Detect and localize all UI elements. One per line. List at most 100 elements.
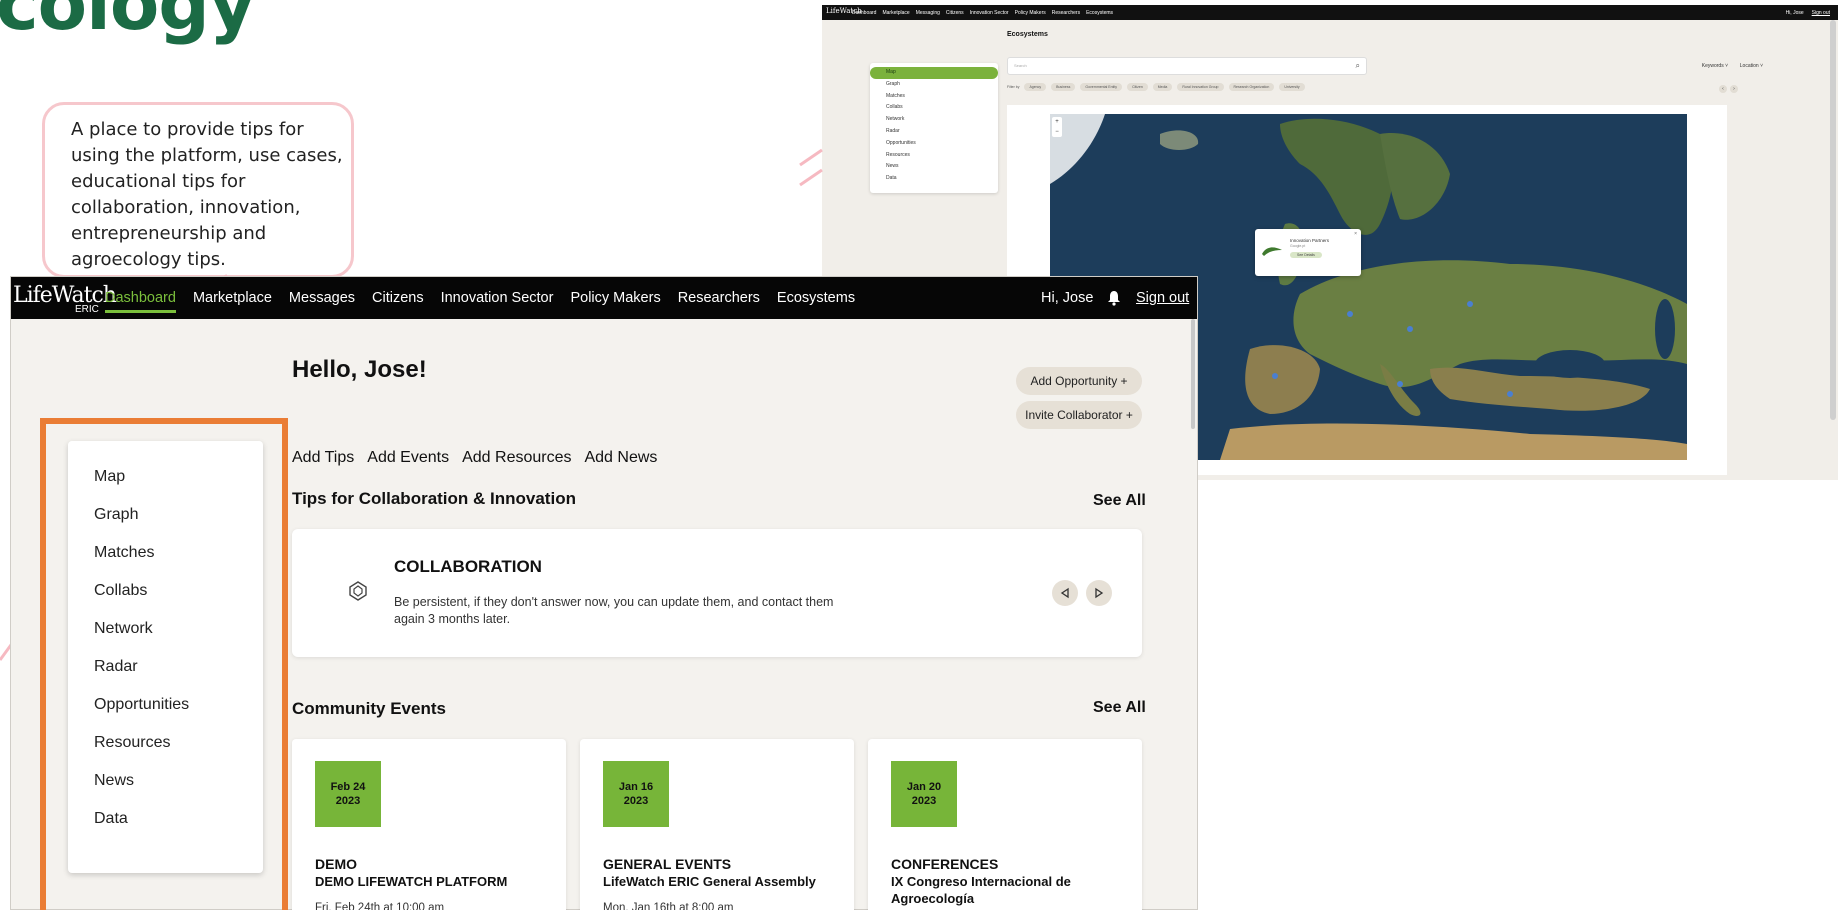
s2-sidebar-item-news[interactable]: News [870,161,998,173]
s2-filter-chip[interactable]: Research Organization [1228,83,1275,91]
event-card[interactable]: Jan 16 2023 GENERAL EVENTS LifeWatch ERI… [580,739,854,910]
events-see-all-link[interactable]: See All [1093,699,1146,717]
page-greeting: Hello, Jose! [292,356,427,383]
sidebar-item-data[interactable]: Data [94,800,128,838]
user-greeting: Hi, Jose [1041,290,1094,306]
sidebar-item-graph[interactable]: Graph [94,496,138,534]
tip-next-button[interactable] [1086,580,1112,606]
event-date-year: 2023 [335,795,361,807]
s2-search-input[interactable]: Search ⌕ [1007,57,1367,75]
event-card[interactable]: Feb 24 2023 DEMO DEMO LIFEWATCH PLATFORM… [292,739,566,910]
s2-nav-ecosystems[interactable]: Ecosystems [1086,10,1113,16]
callout-line: collaboration, innovation, [71,197,301,218]
event-card[interactable]: Jan 20 2023 CONFERENCES IX Congreso Inte… [868,739,1142,910]
zoom-out-button[interactable]: − [1052,127,1062,137]
s2-signout-link[interactable]: Sign out [1812,10,1830,16]
s2-filter-chip[interactable]: Media [1152,83,1173,91]
s2-sidebar-item-matches[interactable]: Matches [870,91,998,103]
nav-researchers[interactable]: Researchers [678,277,760,319]
add-tips-link[interactable]: Add Tips [292,449,354,467]
sidebar-item-matches[interactable]: Matches [94,534,154,572]
add-resources-link[interactable]: Add Resources [462,449,571,467]
event-date-year: 2023 [911,795,937,807]
s2-sidebar-item-radar[interactable]: Radar [870,126,998,138]
chevron-left-icon[interactable]: ‹ [1719,85,1727,93]
sidebar-item-opportunities[interactable]: Opportunities [94,686,189,724]
invite-collaborator-button[interactable]: Invite Collaborator + [1016,401,1142,429]
s2-sidebar-item-map[interactable]: Map [870,67,998,79]
s2-filter-chip[interactable]: University [1279,83,1305,91]
callout-line: A place to provide tips for [71,119,304,140]
close-icon[interactable]: × [1354,231,1357,237]
partner-logo-icon [1262,247,1282,256]
s2-nav-policy[interactable]: Policy Makers [1015,10,1046,16]
s2-nav-citizens[interactable]: Citizens [946,10,964,16]
s2-sidebar-item-graph[interactable]: Graph [870,79,998,91]
s2-filter-chip[interactable]: Governmental Entity [1080,83,1123,91]
nav-innovation-sector[interactable]: Innovation Sector [441,277,554,319]
s2-keywords-dropdown[interactable]: Keywords ˅ [1702,63,1728,69]
nav-messages[interactable]: Messages [289,277,355,319]
s2-filter-chip[interactable]: Agency [1024,83,1047,91]
top-navbar: LifeWatch ERIC Dashboard Marketplace Mes… [11,277,1197,319]
bell-icon[interactable] [1107,290,1121,306]
tip-card: COLLABORATION Be persistent, if they don… [292,529,1142,657]
sidebar-item-collabs[interactable]: Collabs [94,572,147,610]
s2-nav-messaging[interactable]: Messaging [916,10,940,16]
nav-marketplace[interactable]: Marketplace [193,277,272,319]
s2-location-dropdown[interactable]: Location ˅ [1740,63,1763,69]
event-date-badge: Jan 16 2023 [603,761,669,827]
add-opportunity-button[interactable]: Add Opportunity + [1016,367,1142,395]
s2-sidebar-item-data[interactable]: Data [870,173,998,185]
sidebar-item-network[interactable]: Network [94,610,153,648]
s2-filter-chip[interactable]: Business [1051,83,1076,91]
nav-dashboard[interactable]: Dashboard [105,277,176,319]
tips-callout: A place to provide tips for using the pl… [42,102,354,278]
add-events-link[interactable]: Add Events [367,449,449,467]
s2-keywords-label: Keywords [1701,63,1724,69]
add-news-link[interactable]: Add News [584,449,657,467]
popup-see-details-button[interactable]: See Details [1290,252,1322,258]
sidebar-item-news[interactable]: News [94,762,134,800]
s2-sidebar-item-resources[interactable]: Resources [870,150,998,162]
s2-navbar: LifeWatch Dashboard Marketplace Messagin… [822,5,1838,20]
s2-filter-label: Filter by [1007,85,1020,89]
page-scrollbar[interactable] [1191,319,1195,429]
sidebar-item-resources[interactable]: Resources [94,724,170,762]
tips-see-all-link[interactable]: See All [1093,492,1146,510]
s2-sidebar-item-network[interactable]: Network [870,114,998,126]
lifewatch-logo[interactable]: LifeWatch ERIC [13,280,117,316]
s2-sidebar-item-collabs[interactable]: Collabs [870,102,998,114]
nav-ecosystems[interactable]: Ecosystems [777,277,855,319]
signout-link[interactable]: Sign out [1136,277,1189,319]
chevron-right-icon[interactable]: › [1730,85,1738,93]
s2-nav-dashboard[interactable]: Dashboard [852,10,876,16]
popup-subtitle: Google.pt [1290,244,1306,248]
search-icon[interactable]: ⌕ [1356,61,1360,71]
logo-subtext: ERIC [75,304,99,315]
callout-line: educational tips for [71,171,246,192]
logo-text: LifeWatch [13,283,117,308]
event-time: Fri, Feb 24th at 10:00 am [315,902,445,910]
s2-user-greeting: Hi, Jose [1785,10,1804,16]
nav-citizens[interactable]: Citizens [372,277,424,319]
s2-nav-innovation[interactable]: Innovation Sector [970,10,1009,16]
s2-sidebar-item-opportunities[interactable]: Opportunities [870,138,998,150]
nav-policy-makers[interactable]: Policy Makers [570,277,660,319]
event-name: LifeWatch ERIC General Assembly [603,874,816,889]
s2-nav-marketplace[interactable]: Marketplace [882,10,909,16]
events-section-title: Community Events [292,699,446,718]
map-zoom-control[interactable]: + − [1052,117,1062,137]
s2-filter-chip[interactable]: Rural Innovation Group [1177,83,1224,91]
event-date-day: Jan 16 [618,781,654,793]
tip-prev-button[interactable] [1052,580,1078,606]
event-date-badge: Jan 20 2023 [891,761,957,827]
s2-scrollbar[interactable] [1830,20,1836,420]
s2-nav-researchers[interactable]: Researchers [1052,10,1080,16]
zoom-in-button[interactable]: + [1052,117,1062,127]
event-date-year: 2023 [623,795,649,807]
sidebar-item-radar[interactable]: Radar [94,648,138,686]
s2-filter-chip[interactable]: Citizen [1127,83,1148,91]
s2-location-label: Location [1739,63,1759,69]
sidebar-item-map[interactable]: Map [94,458,125,496]
